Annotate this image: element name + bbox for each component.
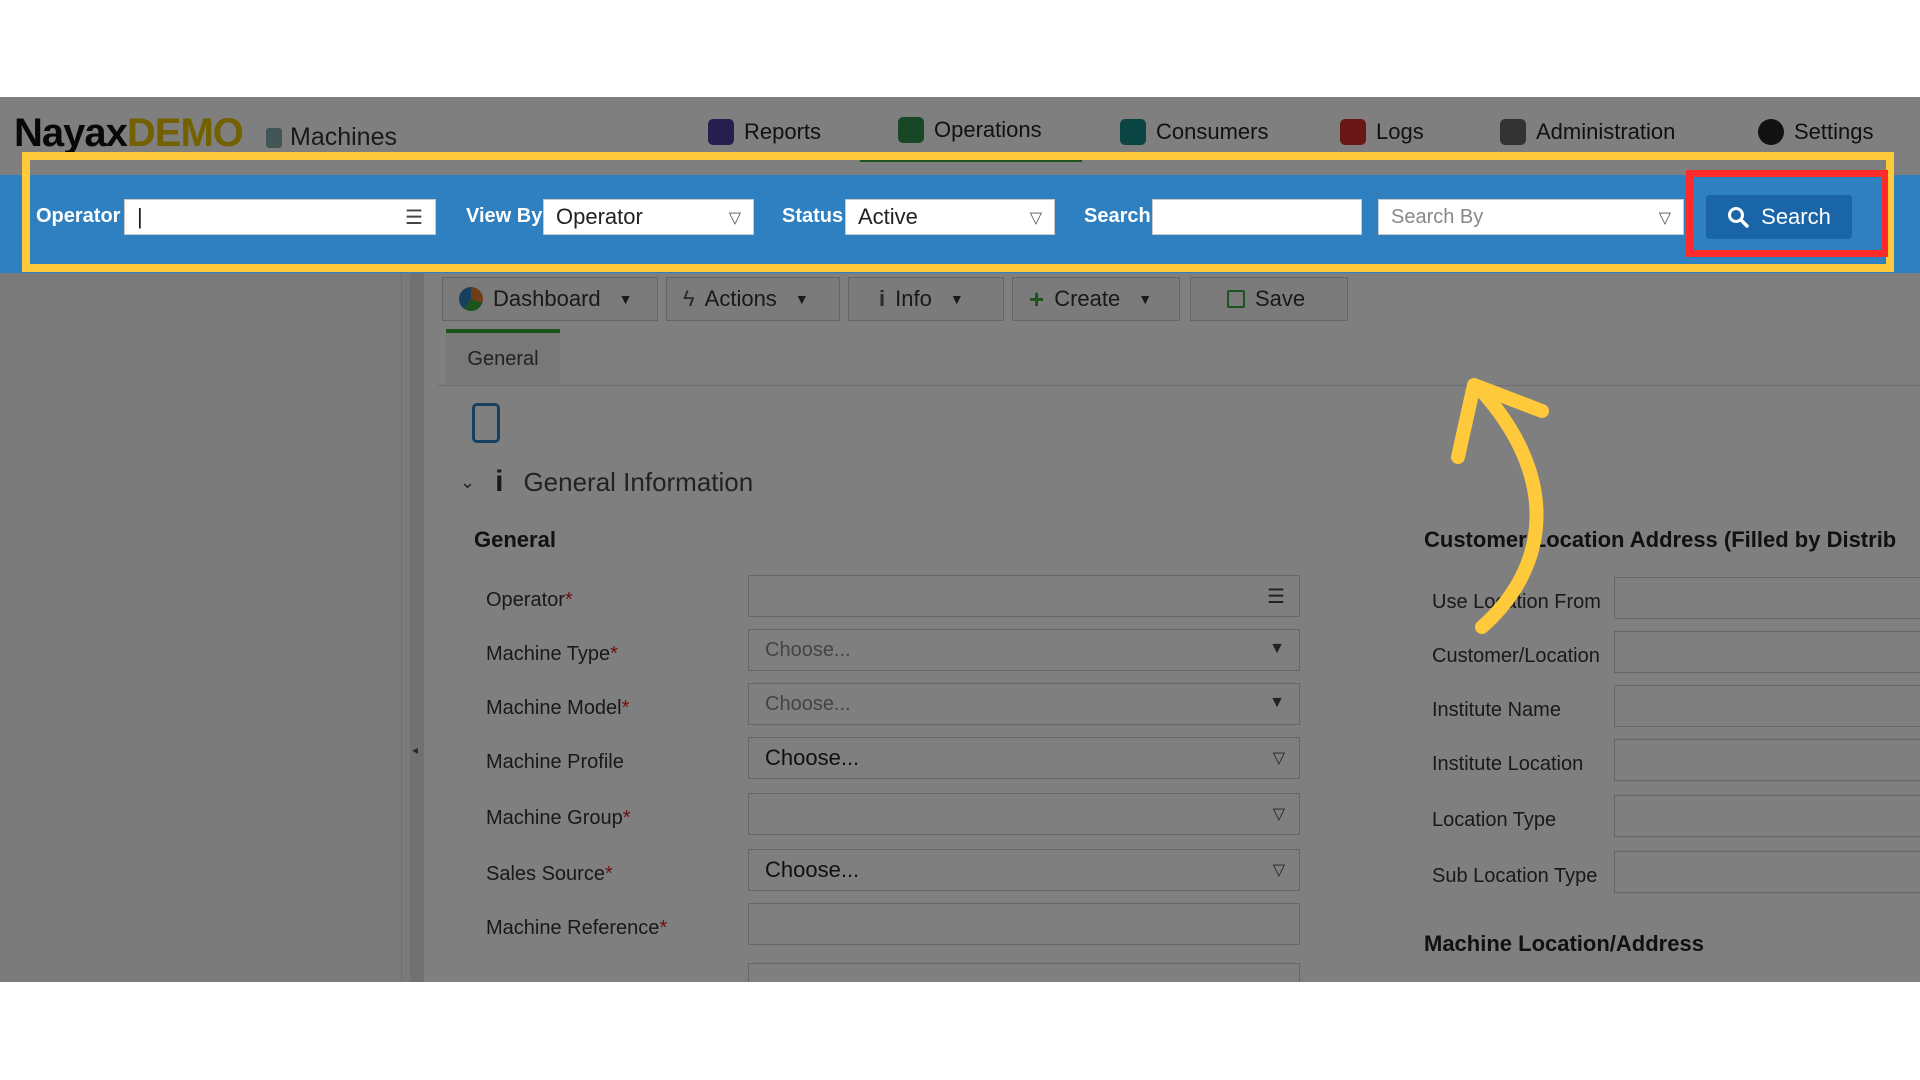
- info-icon: i: [879, 286, 886, 311]
- caret-down-icon: ▼: [949, 291, 964, 307]
- dashboard-label: Dashboard: [493, 286, 601, 311]
- machine-model-select[interactable]: Choose... ▼: [748, 683, 1300, 725]
- nav-operations[interactable]: Operations: [898, 117, 1042, 143]
- actions-label: Actions: [704, 286, 777, 311]
- nayax-logo[interactable]: NayaxDEMO: [14, 111, 244, 156]
- caret-down-icon: ▼: [618, 291, 633, 307]
- caret-down-icon: ▼: [794, 291, 809, 307]
- left-panel: [14, 273, 402, 982]
- chevron-down-icon: ▼: [1269, 640, 1285, 657]
- nav-label: Consumers: [1156, 119, 1269, 144]
- general-heading: General: [474, 527, 556, 552]
- machine-profile-select[interactable]: Choose... ▽: [748, 737, 1300, 779]
- nav-settings[interactable]: Settings: [1758, 119, 1874, 145]
- sales-source-select[interactable]: Choose... ▽: [748, 849, 1300, 891]
- next-field[interactable]: [748, 963, 1300, 982]
- pie-chart-icon: [459, 287, 483, 311]
- section-title: General Information: [523, 466, 754, 497]
- create-button[interactable]: + Create ▼: [1012, 277, 1180, 321]
- save-icon: [1227, 290, 1245, 308]
- customer-location-label: Customer/Location: [1432, 645, 1600, 667]
- chevron-down-icon: ▽: [1272, 806, 1285, 823]
- sub-location-type-label: Sub Location Type: [1432, 865, 1598, 887]
- main-content: Dashboard ▼ ϟ Actions ▼ i Info ▼ + Creat…: [424, 273, 1920, 982]
- operations-icon: [898, 117, 924, 143]
- select-value: Choose...: [765, 638, 851, 661]
- machine-icon: [266, 127, 282, 148]
- nav-reports[interactable]: Reports: [708, 119, 821, 145]
- location-type-field[interactable]: [1614, 795, 1920, 837]
- info-circle-icon: i: [495, 465, 504, 498]
- sales-source-label: Sales Source*: [486, 863, 613, 885]
- machine-reference-label: Machine Reference*: [486, 917, 668, 939]
- nav-administration[interactable]: Administration: [1500, 119, 1675, 145]
- machine-reference-field[interactable]: [748, 903, 1300, 945]
- machine-model-label: Machine Model*: [486, 697, 630, 719]
- institute-name-field[interactable]: [1614, 685, 1920, 727]
- reports-icon: [708, 119, 734, 145]
- institute-location-label: Institute Location: [1432, 753, 1584, 775]
- panel-splitter[interactable]: ◂: [410, 273, 424, 982]
- nav-label: Administration: [1536, 119, 1676, 144]
- tab-general[interactable]: General: [446, 329, 560, 385]
- nav-label: Settings: [1794, 119, 1874, 144]
- select-value: Choose...: [765, 692, 851, 715]
- administration-icon: [1500, 119, 1526, 145]
- save-label: Save: [1255, 286, 1306, 311]
- machine-group-label: Machine Group*: [486, 807, 631, 829]
- tab-strip-border: [438, 385, 1920, 386]
- machine-type-select[interactable]: Choose... ▼: [748, 629, 1300, 671]
- sub-location-type-field[interactable]: [1614, 851, 1920, 893]
- list-icon[interactable]: ☰: [1267, 584, 1285, 609]
- actions-button[interactable]: ϟ Actions ▼: [666, 277, 840, 321]
- info-label: Info: [895, 286, 932, 311]
- lightning-icon: ϟ: [683, 286, 695, 311]
- section-header[interactable]: ⌄ i General Information: [460, 465, 753, 499]
- select-value: Choose...: [765, 857, 860, 882]
- operator-label: Operator*: [486, 589, 573, 611]
- section-label: Machines: [290, 123, 397, 151]
- chevron-down-icon: ▽: [1272, 862, 1285, 879]
- chevron-down-icon: ▼: [1269, 694, 1285, 711]
- nav-label: Operations: [934, 117, 1042, 142]
- info-button[interactable]: i Info ▼: [848, 277, 1004, 321]
- nav-label: Logs: [1376, 119, 1424, 144]
- operator-field[interactable]: ☰: [748, 575, 1300, 617]
- machine-type-label: Machine Type*: [486, 643, 618, 665]
- machine-profile-label: Machine Profile: [486, 751, 624, 773]
- tab-label: General: [467, 347, 539, 370]
- create-label: Create: [1054, 286, 1121, 311]
- location-type-label: Location Type: [1432, 809, 1557, 831]
- logo-text: Nayax: [14, 111, 128, 155]
- consumers-icon: [1120, 119, 1146, 145]
- save-button[interactable]: Save: [1190, 277, 1348, 321]
- nav-label: Reports: [744, 119, 822, 144]
- logs-icon: [1340, 119, 1366, 145]
- nav-logs[interactable]: Logs: [1340, 119, 1424, 145]
- dashboard-button[interactable]: Dashboard ▼: [442, 277, 658, 321]
- chevron-down-icon[interactable]: ⌄: [460, 472, 475, 493]
- logo-demo-text: DEMO: [126, 111, 244, 155]
- gear-icon: [1758, 119, 1784, 145]
- app-screen: NayaxDEMO Machines Reports Operations Co…: [0, 97, 1920, 982]
- plus-icon: +: [1029, 283, 1045, 314]
- machine-group-select[interactable]: ▽: [748, 793, 1300, 835]
- institute-name-label: Institute Name: [1432, 699, 1561, 721]
- institute-location-field[interactable]: [1614, 739, 1920, 781]
- search-button-highlight: [1686, 170, 1888, 257]
- chevron-down-icon: ▽: [1272, 750, 1285, 767]
- machine-location-heading: Machine Location/Address: [1424, 931, 1704, 956]
- highlight-frame: [22, 152, 1894, 272]
- select-value: Choose...: [765, 745, 860, 770]
- caret-down-icon: ▼: [1138, 291, 1153, 307]
- customer-location-field[interactable]: [1614, 631, 1920, 673]
- section-name: Machines: [266, 123, 397, 152]
- collapse-arrow-icon[interactable]: ◂: [412, 743, 418, 757]
- machine-device-icon: [472, 403, 500, 443]
- pointer-arrow: [1451, 378, 1549, 634]
- use-location-from-field[interactable]: [1614, 577, 1920, 619]
- nav-consumers[interactable]: Consumers: [1120, 119, 1268, 145]
